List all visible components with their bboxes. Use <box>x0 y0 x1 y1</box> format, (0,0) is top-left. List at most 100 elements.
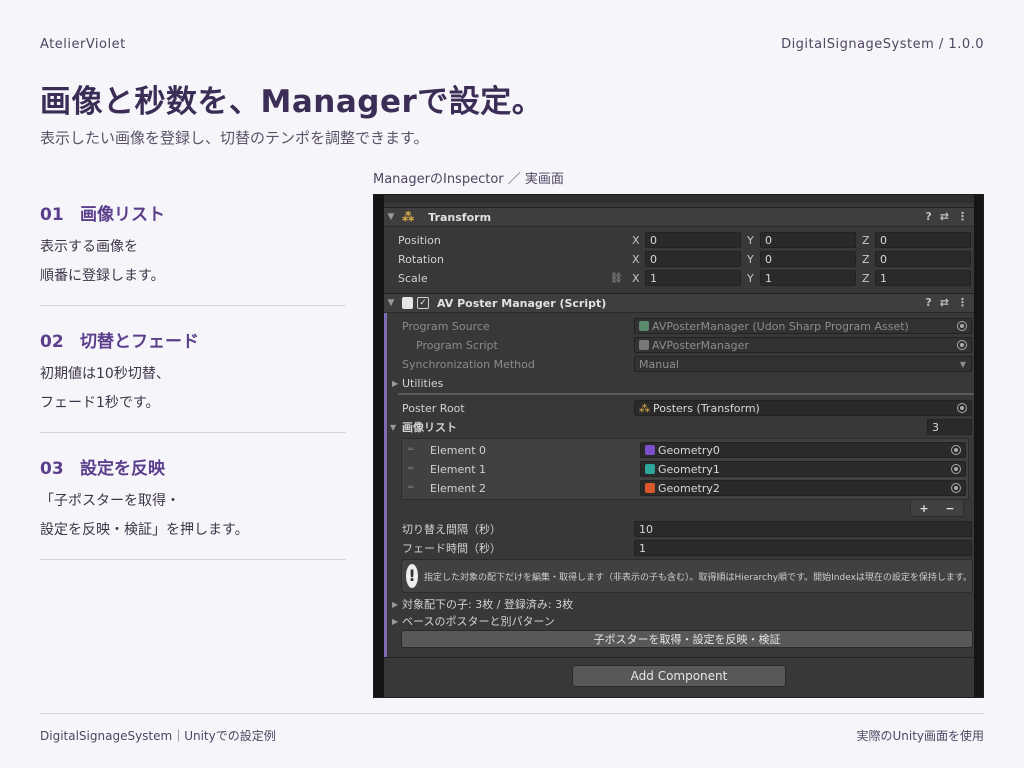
field-value: Manual <box>639 357 679 371</box>
unity-inspector: ▼ ⁂ Transform ? ⇄ ⋮ Position X0 Y0 Z0 Rota… <box>373 194 984 698</box>
axis-label: X <box>632 271 640 285</box>
more-menu-icon[interactable]: ⋮ <box>957 296 968 309</box>
object-picker-icon[interactable] <box>957 340 967 350</box>
step-line: 設定を反映・検証」を押します。 <box>40 522 249 538</box>
drag-handle-icon[interactable]: ═ <box>408 464 413 474</box>
fold-right-icon[interactable]: ▶ <box>392 600 398 609</box>
step-number: 03 <box>40 459 64 479</box>
fold-right-icon[interactable]: ▶ <box>392 617 398 626</box>
object-picker-icon[interactable] <box>957 403 967 413</box>
more-menu-icon[interactable]: ⋮ <box>957 210 968 223</box>
add-element-button[interactable]: + <box>919 502 928 515</box>
poster-root-field[interactable]: ⁂ Posters (Transform) <box>634 400 972 416</box>
help-text: 指定した対象の配下だけを編集・取得します（非表示の子も含む）。取得順はHiera… <box>424 572 972 583</box>
script-component-header[interactable]: ▼ ✓ AV Poster Manager (Script) ? ⇄ ⋮ <box>384 293 974 313</box>
clipped-header <box>384 195 974 203</box>
object-picker-icon[interactable] <box>951 445 961 455</box>
transform-icon: ⁂ <box>402 210 415 224</box>
fade-field[interactable]: 1 <box>634 540 972 556</box>
link-icon[interactable]: ⛓ <box>610 273 623 284</box>
image-list-header[interactable]: ▼ 画像リスト 3 <box>384 418 974 436</box>
fold-arrow-icon[interactable]: ▼ <box>390 423 396 432</box>
remove-element-button[interactable]: − <box>945 502 954 515</box>
list-item: ═ Element 0 Geometry0 <box>402 441 968 459</box>
field-label: フェード時間（秒） <box>402 542 501 555</box>
utilities-row[interactable]: ▶ Utilities <box>384 374 974 392</box>
fold-arrow-icon[interactable]: ▼ <box>384 298 398 308</box>
program-source-field[interactable]: AVPosterManager (Udon Sharp Program Asse… <box>634 318 972 334</box>
foldout-label[interactable]: 対象配下の子: 3枚 / 登録済み: 3枚 <box>402 596 573 612</box>
help-icon[interactable]: ? <box>925 296 931 309</box>
component-title: AV Poster Manager (Script) <box>437 296 607 310</box>
asset-icon <box>639 321 649 331</box>
field-label: Program Script <box>416 338 498 352</box>
step-line: 「子ポスターを取得・ <box>40 493 180 509</box>
sync-method-dropdown[interactable]: Manual ▼ <box>634 356 972 372</box>
position-x-field[interactable]: 0 <box>645 232 741 248</box>
help-box: ! 指定した対象の配下だけを編集・取得します（非表示の子も含む）。取得順はHie… <box>401 559 973 593</box>
element-1-field[interactable]: Geometry1 <box>640 461 966 477</box>
drag-handle-icon[interactable]: ═ <box>408 445 413 455</box>
transform-header[interactable]: ▼ ⁂ Transform ? ⇄ ⋮ <box>384 207 974 227</box>
children-foldout[interactable]: ▶ 対象配下の子: 3枚 / 登録済み: 3枚 <box>384 595 974 613</box>
list-label: 画像リスト <box>402 421 457 434</box>
step-line: 表示する画像を <box>40 239 138 255</box>
element-2-field[interactable]: Geometry2 <box>640 480 966 496</box>
axis-label: X <box>632 233 640 247</box>
scale-x-field[interactable]: 1 <box>645 270 741 286</box>
footer-divider <box>40 713 984 714</box>
scale-z-field[interactable]: 1 <box>875 270 971 286</box>
fold-arrow-icon[interactable]: ▼ <box>384 212 398 222</box>
alt-pattern-foldout[interactable]: ▶ ベースのポスターと別パターン <box>384 612 974 630</box>
drag-handle-icon[interactable]: ═ <box>408 483 413 493</box>
program-script-row: Program Script AVPosterManager <box>384 336 974 354</box>
field-value: Geometry2 <box>658 481 720 495</box>
component-title: Transform <box>428 210 492 224</box>
enabled-checkbox[interactable]: ✓ <box>417 297 429 309</box>
axis-label: Z <box>862 252 870 266</box>
program-script-field[interactable]: AVPosterManager <box>634 337 972 353</box>
object-picker-icon[interactable] <box>951 483 961 493</box>
info-icon: ! <box>406 564 419 588</box>
element-label: Element 2 <box>430 481 487 495</box>
preset-icon[interactable]: ⇄ <box>940 296 949 309</box>
interval-row: 切り替え間隔（秒） 10 <box>384 520 974 538</box>
list-size-field[interactable]: 3 <box>927 419 972 435</box>
scale-y-field[interactable]: 1 <box>760 270 856 286</box>
rotation-y-field[interactable]: 0 <box>760 251 856 267</box>
add-component-button[interactable]: Add Component <box>572 665 786 687</box>
rotation-z-field[interactable]: 0 <box>875 251 971 267</box>
rotation-x-field[interactable]: 0 <box>645 251 741 267</box>
step-body: 初期値は10秒切替、 フェード1秒です。 <box>40 360 346 418</box>
inspector-left-edge <box>374 195 384 697</box>
list-add-remove: + − <box>910 500 964 517</box>
step-line: 初期値は10秒切替、 <box>40 366 170 382</box>
foldout-label[interactable]: ベースのポスターと別パターン <box>402 613 555 629</box>
poster-root-row: Poster Root ⁂ Posters (Transform) <box>384 399 974 417</box>
transform-row-position: Position X0 Y0 Z0 <box>384 231 974 249</box>
element-label: Element 0 <box>430 443 487 457</box>
sync-method-row: Synchronization Method Manual ▼ <box>384 355 974 373</box>
position-z-field[interactable]: 0 <box>875 232 971 248</box>
position-y-field[interactable]: 0 <box>760 232 856 248</box>
program-source-row: Program Source AVPosterManager (Udon Sha… <box>384 317 974 335</box>
list-item: ═ Element 2 Geometry2 <box>402 479 968 497</box>
fold-right-icon[interactable]: ▶ <box>392 379 398 388</box>
step-3: 03 設定を反映 「子ポスターを取得・ 設定を反映・検証」を押します。 <box>40 454 346 560</box>
field-value: Geometry0 <box>658 443 720 457</box>
step-number: 02 <box>40 332 64 352</box>
page-subtitle: 表示したい画像を登録し、切替のテンポを調整できます。 <box>40 129 429 147</box>
help-icon[interactable]: ? <box>925 210 931 223</box>
preset-icon[interactable]: ⇄ <box>940 210 949 223</box>
step-1: 01 画像リスト 表示する画像を 順番に登録します。 <box>40 200 346 306</box>
object-picker-icon[interactable] <box>957 321 967 331</box>
element-0-field[interactable]: Geometry0 <box>640 442 966 458</box>
transform-row-rotation: Rotation X0 Y0 Z0 <box>384 250 974 268</box>
axis-label: Z <box>862 271 870 285</box>
object-picker-icon[interactable] <box>951 464 961 474</box>
apply-settings-button[interactable]: 子ポスターを取得・設定を反映・検証 <box>401 630 973 648</box>
foldout-label[interactable]: Utilities <box>402 377 443 390</box>
interval-field[interactable]: 10 <box>634 521 972 537</box>
step-line: 順番に登録します。 <box>40 268 165 284</box>
axis-label: Y <box>747 233 754 247</box>
